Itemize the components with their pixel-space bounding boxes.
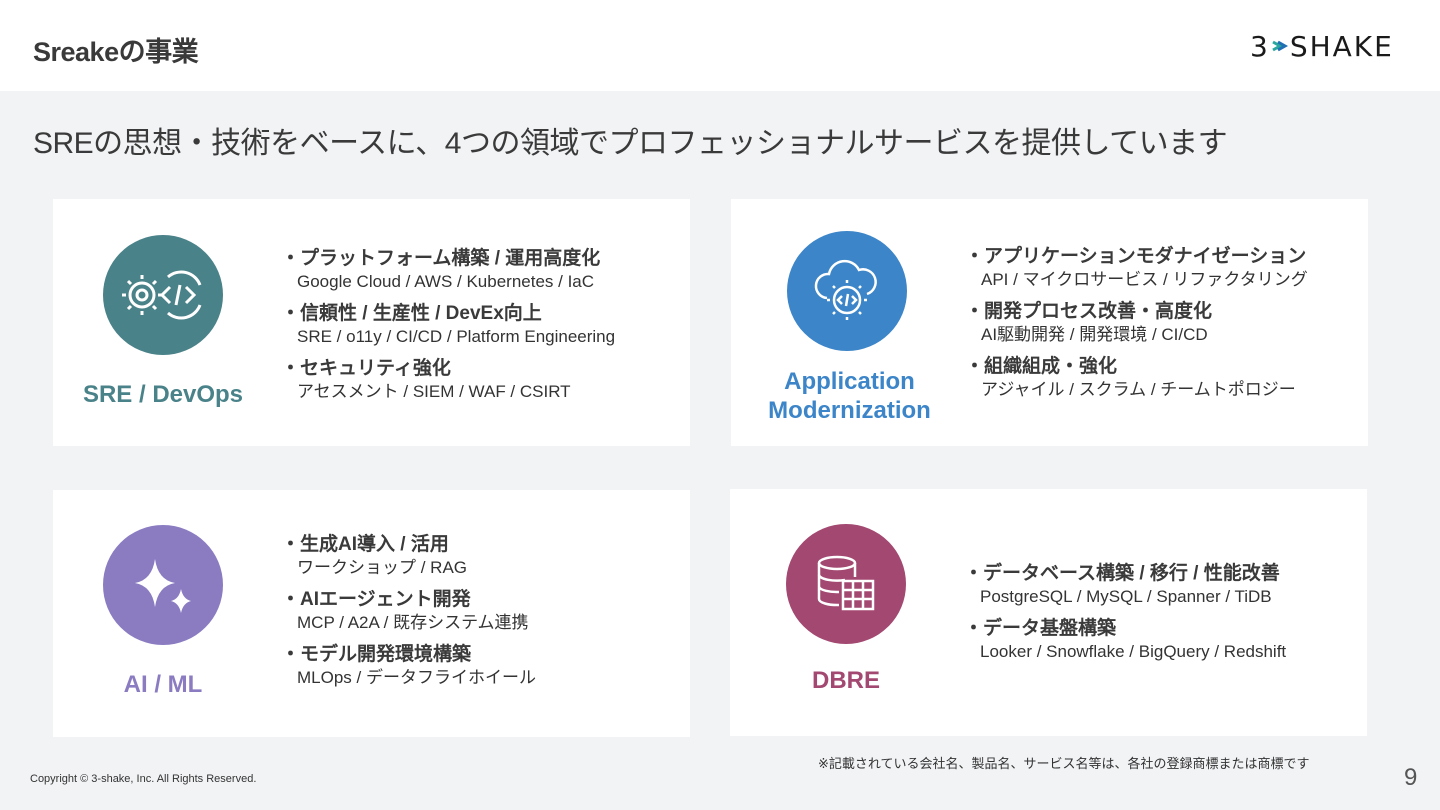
dbre-label: DBRE: [811, 667, 880, 694]
list-item: ・アプリケーションモダナイゼーション API / マイクロサービス / リファク…: [965, 246, 1308, 289]
app-modernization-label: Application Modernization: [768, 368, 931, 424]
copyright-text: Copyright © 3-shake, Inc. All Rights Res…: [30, 773, 257, 785]
list-item: ・データ基盤構築 Looker / Snowflake / BigQuery /…: [964, 618, 1287, 661]
sparkle-icon: [135, 559, 191, 613]
list-item: ・開発プロセス改善・高度化 AI駆動開発 / 開発環境 / CI/CD: [965, 301, 1213, 344]
company-logo: 3 SHAKE: [1250, 29, 1394, 63]
sre-devops-label: SRE / DevOps: [82, 381, 244, 408]
slide-title: Sreakeの事業: [33, 37, 199, 67]
logo-arrow-icon: [1272, 40, 1288, 52]
list-item: ・データベース構築 / 移行 / 性能改善 PostgreSQL / MySQL…: [964, 563, 1280, 606]
dbre-icon-circle: [786, 524, 906, 644]
gear-code-cycle-icon: [122, 270, 202, 320]
sre-devops-items: ・プラットフォーム構築 / 運用高度化 Google Cloud / AWS /…: [281, 247, 615, 412]
app-modernization-items: ・アプリケーションモダナイゼーション API / マイクロサービス / リファク…: [965, 245, 1308, 410]
list-item: ・モデル開発環境構築 MLOps / データフライホイール: [281, 644, 536, 687]
database-table-icon: [817, 555, 875, 611]
ai-ml-icon-circle: [103, 525, 223, 645]
dbre-items: ・データベース構築 / 移行 / 性能改善 PostgreSQL / MySQL…: [964, 562, 1286, 672]
sre-devops-icon-circle: [103, 235, 223, 355]
ai-ml-items: ・生成AI導入 / 活用 ワークショップ / RAG ・AIエージェント開発 M…: [281, 533, 536, 698]
card-ai-ml: AI / ML ・生成AI導入 / 活用 ワークショップ / RAG ・AIエー…: [53, 490, 690, 737]
list-item: ・プラットフォーム構築 / 運用高度化 Google Cloud / AWS /…: [281, 248, 601, 291]
page-number: 9: [1404, 764, 1418, 791]
list-item: ・セキュリティ強化 アセスメント / SIEM / WAF / CSIRT: [281, 358, 571, 401]
card-dbre: DBRE ・データベース構築 / 移行 / 性能改善 PostgreSQL / …: [730, 489, 1367, 736]
app-modernization-icon-circle: [787, 231, 907, 351]
cloud-gear-code-icon: [814, 259, 877, 320]
trademark-note: ※記載されている会社名、製品名、サービス名等は、各社の登録商標または商標です: [818, 756, 1310, 771]
slide-header: Sreakeの事業 3 SHAKE: [0, 0, 1440, 91]
slide-subtitle: SREの思想・技術をベースに、4つの領域でプロフェッショナルサービスを提供してい…: [33, 127, 1228, 160]
list-item: ・信頼性 / 生産性 / DevEx向上 SRE / o11y / CI/CD …: [281, 303, 616, 346]
card-sre-devops: SRE / DevOps ・プラットフォーム構築 / 運用高度化 Google …: [53, 199, 690, 446]
card-app-modernization: Application Modernization ・アプリケーションモダナイゼ…: [731, 199, 1368, 446]
list-item: ・組織組成・強化 アジャイル / スクラム / チームトポロジー: [965, 356, 1296, 399]
ai-ml-label: AI / ML: [123, 671, 203, 698]
list-item: ・AIエージェント開発 MCP / A2A / 既存システム連携: [281, 589, 529, 632]
list-item: ・生成AI導入 / 活用 ワークショップ / RAG: [281, 534, 468, 577]
